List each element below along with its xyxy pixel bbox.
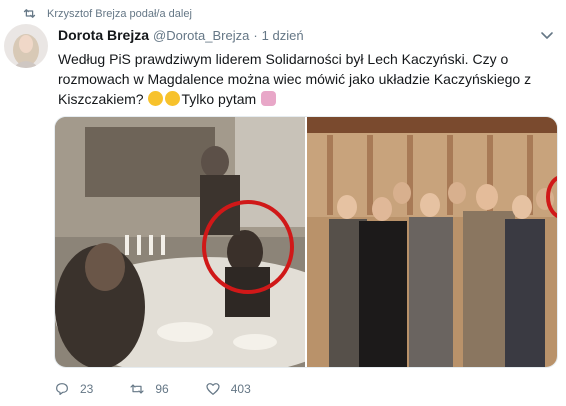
tweet-text: Według PiS prawdziwym liderem Solidarnoś… — [58, 49, 538, 109]
winking-face-emoji — [165, 91, 181, 106]
tweet-timestamp[interactable]: 1 dzień — [262, 28, 304, 43]
tweet-text-tail: Tylko pytam — [181, 91, 257, 107]
retweet-button[interactable]: 96 — [129, 381, 169, 397]
tweet-media[interactable] — [54, 116, 558, 368]
like-count: 403 — [230, 382, 251, 396]
chevron-down-icon[interactable] — [540, 28, 554, 42]
reply-icon — [56, 383, 68, 395]
retweet-context[interactable]: Krzysztof Brejza podał/a dalej — [22, 6, 192, 21]
avatar[interactable] — [4, 24, 48, 68]
tweet-header: Dorota Brejza @Dorota_Brejza · 1 dzień — [58, 27, 304, 43]
retweet-count: 96 — [155, 382, 169, 396]
author-handle[interactable]: @Dorota_Brejza — [153, 28, 249, 43]
author-name[interactable]: Dorota Brejza — [58, 27, 149, 43]
heart-icon — [206, 383, 220, 395]
photo-group-portrait[interactable] — [307, 117, 557, 367]
retweet-icon — [130, 384, 144, 394]
reply-count: 23 — [80, 382, 94, 396]
tweet-actions: 23 96 403 — [54, 381, 374, 397]
like-button[interactable]: 403 — [205, 381, 251, 397]
separator-dot: · — [253, 28, 258, 43]
thinking-face-emoji — [148, 91, 164, 106]
reply-button[interactable]: 23 — [54, 381, 93, 397]
retweet-text: Krzysztof Brejza podał/a dalej — [47, 7, 192, 20]
retweet-icon — [23, 9, 36, 18]
tweet-text-main: Według PiS prawdziwym liderem Solidarnoś… — [58, 51, 532, 107]
person-shrugging-emoji — [261, 91, 277, 106]
photo-meeting-table[interactable] — [55, 117, 305, 367]
